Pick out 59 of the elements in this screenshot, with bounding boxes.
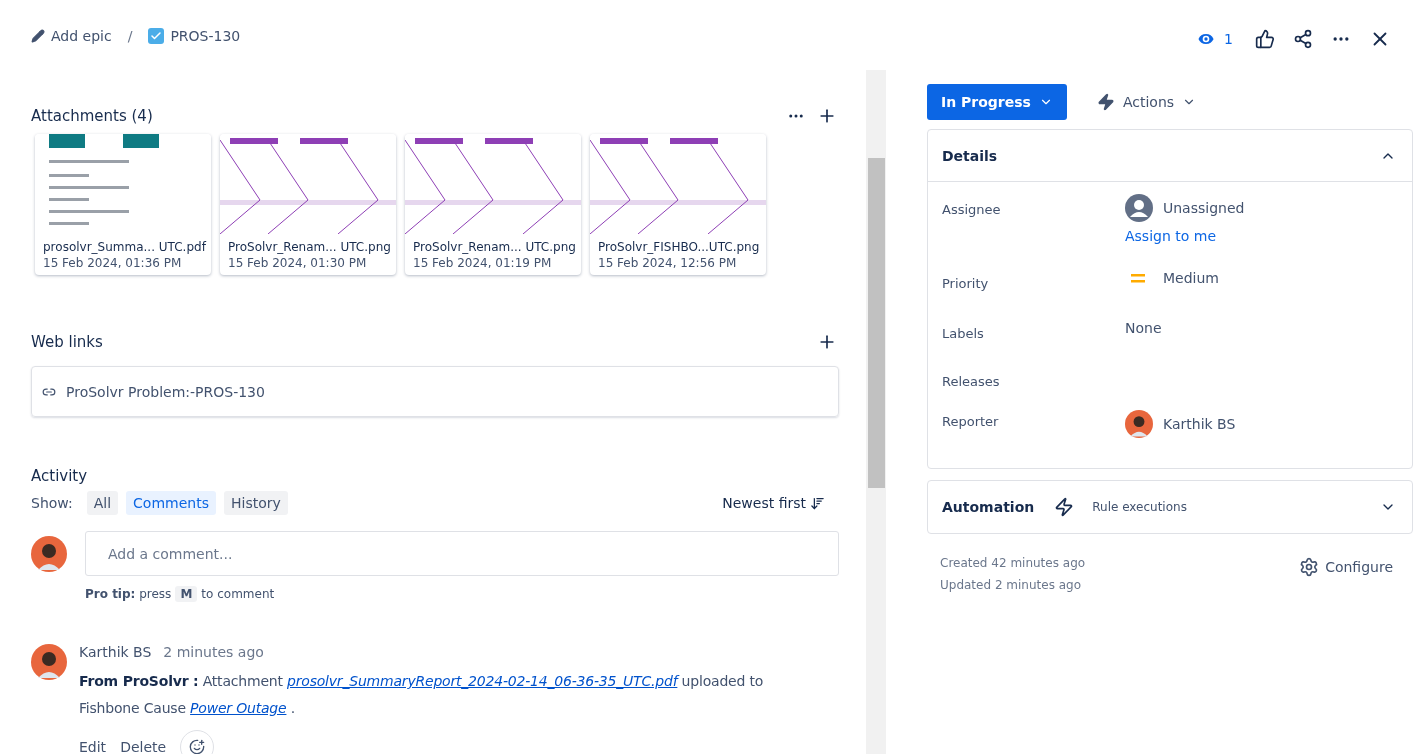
pencil-icon (31, 29, 45, 43)
comment-author: Karthik BS (79, 644, 152, 660)
field-label: Releases (942, 373, 1001, 391)
attachment-card[interactable]: ProSolvr_FISHBO...UTC.png 15 Feb 2024, 12:56 PM (590, 134, 766, 275)
rule-executions-text: Rule executions (1092, 500, 1187, 514)
watch-button[interactable]: 1 (1190, 28, 1239, 50)
filter-tab[interactable]: Comments (126, 491, 216, 515)
pro-tip-text: Pro tip: press (85, 587, 172, 601)
add-reaction-button[interactable] (180, 730, 215, 754)
section-title: Attachments (4) (31, 107, 153, 125)
status-button[interactable]: In Progress (927, 84, 1067, 120)
field-label: Reporter (942, 413, 1000, 431)
breadcrumb-link[interactable]: Add epic (31, 28, 112, 44)
breadcrumb-separator: / (126, 28, 134, 44)
assignee-value: Unassigned (1125, 194, 1398, 222)
filter-tab[interactable]: All (86, 491, 119, 515)
assign-to-me-link[interactable]: Assign to me (1125, 228, 1398, 244)
field-label: Labels (942, 325, 985, 343)
attachment-link[interactable]: Power Outage (190, 700, 287, 716)
attachment-card[interactable]: ProSolvr_Renam... UTC.png 15 Feb 2024, 01:30 PM (220, 134, 396, 275)
avatar-icon (31, 535, 67, 572)
comment-field[interactable]: Add a comment... (85, 531, 839, 576)
comment-action[interactable]: Edit (79, 739, 107, 754)
breadcrumb-link[interactable]: PROS-130 (148, 28, 241, 44)
lightning-icon (1096, 93, 1115, 111)
avatar-icon (1125, 410, 1153, 438)
comment-text: From ProSolvr : Attachment prosolvr_SummaryReport_2024-02-14_06-36-35_UTC.pdf uploaded to Fishbone Cause Power Outage . (79, 672, 765, 718)
section-title: Activity (31, 467, 88, 485)
field-label: Priority (942, 275, 990, 293)
panel-title: Details (942, 147, 998, 164)
filter-tab[interactable]: History (224, 491, 288, 515)
sort-button[interactable]: Newest first (716, 494, 831, 512)
show-label: Show: (31, 495, 73, 511)
avatar-icon (31, 644, 67, 680)
comment-action[interactable]: Delete (120, 739, 167, 754)
attachment-card[interactable]: prosolvr_Summa... UTC.pdf 15 Feb 2024, 01:36 PM (35, 134, 211, 275)
web-link[interactable]: ProSolvr Problem:-PROS-130 (31, 366, 839, 417)
emoji-icon (189, 739, 206, 754)
configure-button[interactable]: Configure (1293, 556, 1399, 578)
labels-value: None (1125, 320, 1163, 336)
created-text: Created 42 minutes ago (940, 556, 1086, 570)
attachment-card[interactable]: ProSolvr_Renam... UTC.png 15 Feb 2024, 01:19 PM (405, 134, 581, 275)
updated-text: Updated 2 minutes ago (940, 578, 1083, 592)
gear-icon (1299, 557, 1320, 577)
reporter-value: Karthik BS (1125, 410, 1398, 438)
priority-value: Medium (1125, 270, 1398, 286)
comment-time: 2 minutes ago (163, 644, 264, 660)
actions-button[interactable]: Actions (1090, 92, 1203, 112)
lightning-icon (1054, 497, 1075, 517)
field-label: Assignee (942, 201, 1002, 219)
sort-icon (810, 495, 825, 511)
pro-tip-text: to comment (201, 587, 275, 601)
section-title: Web links (31, 333, 103, 351)
attachment-link[interactable]: prosolvr_SummaryReport_2024-02-14_06-36-35_UTC.pdf (287, 673, 678, 689)
keyboard-key: M (175, 586, 198, 602)
panel-title: Automation (942, 499, 1035, 515)
thumbs-up-icon[interactable] (1253, 27, 1277, 51)
checkbox-icon (148, 28, 165, 44)
user-icon (1125, 194, 1153, 222)
